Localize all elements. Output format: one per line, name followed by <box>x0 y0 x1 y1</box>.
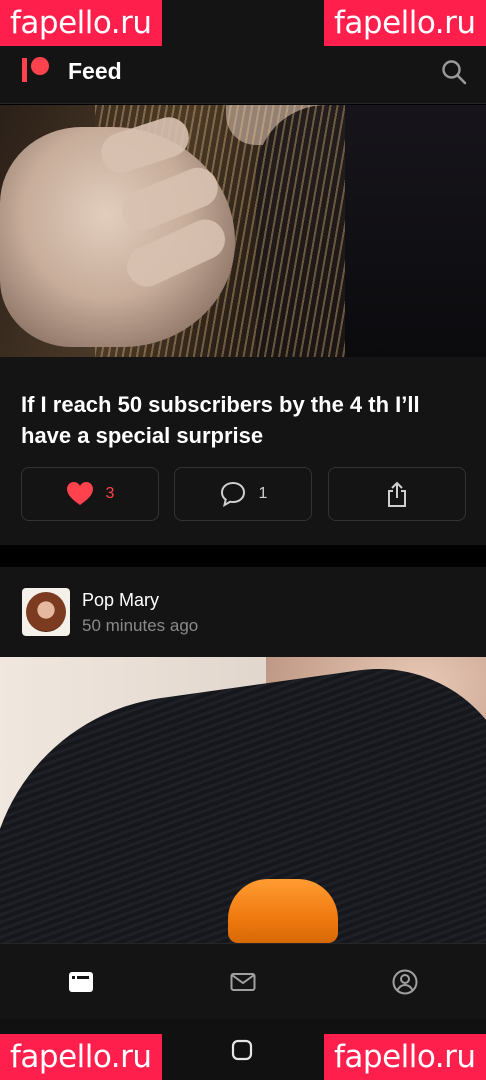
watermark-bottom-right: fapello.ru <box>324 1034 486 1080</box>
profile-icon <box>392 969 418 995</box>
page-title: Feed <box>68 58 122 84</box>
tab-feed[interactable] <box>67 968 95 996</box>
watermark-bottom-left: fapello.ru <box>0 1034 162 1080</box>
heart-icon <box>66 482 93 505</box>
comment-icon <box>220 481 245 508</box>
share-button[interactable] <box>328 467 466 521</box>
post-title[interactable]: If I reach 50 subscribers by the 4 th I’… <box>21 389 471 451</box>
author-name[interactable]: Pop Mary <box>82 590 159 611</box>
patreon-logo-icon[interactable] <box>22 57 52 83</box>
comment-button[interactable]: 1 <box>174 467 312 521</box>
like-button[interactable]: 3 <box>21 467 159 521</box>
share-icon <box>388 481 406 507</box>
comment-count: 1 <box>258 485 268 502</box>
post-image[interactable] <box>0 105 486 357</box>
search-button[interactable] <box>440 58 468 86</box>
post-timestamp: 50 minutes ago <box>82 616 199 635</box>
watermark-top-left: fapello.ru <box>0 0 162 46</box>
home-icon <box>231 1039 253 1061</box>
tab-profile[interactable] <box>391 968 419 996</box>
post-header: Pop Mary 50 minutes ago <box>0 567 486 657</box>
app-bar: Feed <box>0 44 486 104</box>
bottom-tab-bar <box>0 943 486 1019</box>
avatar[interactable] <box>22 588 70 636</box>
like-count: 3 <box>105 485 115 502</box>
tab-messages[interactable] <box>229 968 257 996</box>
post-separator <box>0 545 486 567</box>
watermark-top-right: fapello.ru <box>324 0 486 46</box>
post-image[interactable] <box>0 657 486 943</box>
search-icon <box>442 60 467 85</box>
nav-home-button[interactable] <box>231 1039 253 1061</box>
post-card: If I reach 50 subscribers by the 4 th I’… <box>0 357 486 545</box>
mail-icon <box>230 973 256 991</box>
feed-icon <box>69 972 93 992</box>
